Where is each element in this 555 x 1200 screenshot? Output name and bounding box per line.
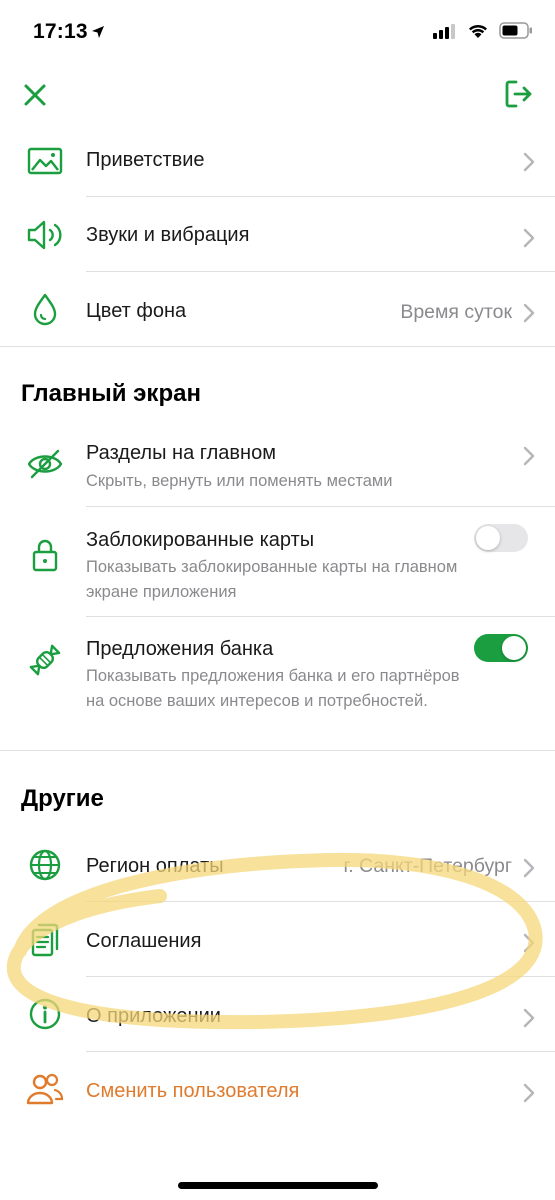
chevron-right-icon xyxy=(523,303,535,323)
chevron-right-icon xyxy=(523,446,535,466)
close-button[interactable] xyxy=(20,80,50,110)
row-title: Звуки и вибрация xyxy=(86,224,250,246)
home-indicator xyxy=(178,1182,378,1189)
lock-icon xyxy=(24,534,66,576)
status-time: 17:13 xyxy=(33,20,88,43)
row-about-app[interactable]: О приложении xyxy=(0,977,555,1052)
row-title: Соглашения xyxy=(86,930,202,952)
cellular-signal-icon xyxy=(433,23,455,39)
divider xyxy=(0,750,555,751)
drop-icon xyxy=(24,289,66,331)
section-title-main-screen: Главный экран xyxy=(21,380,201,407)
info-icon xyxy=(24,993,66,1035)
greeting-image-icon xyxy=(24,140,66,182)
battery-icon xyxy=(499,22,532,39)
section-title-other: Другие xyxy=(21,785,104,812)
row-value: Время суток xyxy=(400,301,512,323)
row-title: Сменить пользователя xyxy=(86,1080,300,1102)
row-greeting[interactable]: Приветствие xyxy=(0,124,555,197)
chevron-right-icon xyxy=(523,1008,535,1028)
location-arrow-icon xyxy=(92,26,104,38)
users-icon xyxy=(24,1068,66,1110)
row-title: Приветствие xyxy=(86,149,205,171)
chevron-right-icon xyxy=(523,1083,535,1103)
toggle-knob xyxy=(476,526,500,550)
top-bar xyxy=(0,66,555,124)
globe-icon xyxy=(24,844,66,886)
speaker-icon xyxy=(24,214,66,256)
row-subtitle: Показывать заблокированные карты на глав… xyxy=(86,558,458,601)
bank-offers-toggle[interactable] xyxy=(474,634,528,662)
toggle-knob xyxy=(502,636,526,660)
close-icon xyxy=(24,84,46,106)
row-payment-region[interactable]: Регион оплаты г. Санкт-Петербург xyxy=(0,829,555,901)
chevron-right-icon xyxy=(523,933,535,953)
row-title: Разделы на главном xyxy=(86,442,276,464)
documents-icon xyxy=(24,919,66,961)
chevron-right-icon xyxy=(523,228,535,248)
chevron-right-icon xyxy=(523,152,535,172)
status-icons xyxy=(433,22,533,39)
row-title: Заблокированные карты xyxy=(86,529,315,551)
row-title: Цвет фона xyxy=(86,300,187,322)
row-background-color[interactable]: Цвет фона Время суток xyxy=(0,272,555,347)
candy-icon xyxy=(24,639,66,681)
row-title: О приложении xyxy=(86,1005,221,1027)
wifi-icon xyxy=(469,24,487,38)
row-bank-offers: Предложения банка Показывать предложения… xyxy=(0,617,555,751)
row-agreements[interactable]: Соглашения xyxy=(0,902,555,977)
logout-icon xyxy=(505,80,532,108)
chevron-right-icon xyxy=(523,858,535,878)
row-title: Регион оплаты xyxy=(86,855,224,877)
logout-button[interactable] xyxy=(503,78,535,110)
row-subtitle: Показывать предложения банка и его партн… xyxy=(86,667,460,710)
row-switch-user[interactable]: Сменить пользователя xyxy=(0,1052,555,1127)
row-value: г. Санкт-Петербург xyxy=(343,855,512,877)
row-title: Предложения банка xyxy=(86,638,274,660)
divider xyxy=(0,346,555,347)
blocked-cards-toggle[interactable] xyxy=(474,524,528,552)
row-main-sections[interactable]: Разделы на главном Скрыть, вернуть или п… xyxy=(0,425,555,507)
row-sounds[interactable]: Звуки и вибрация xyxy=(0,197,555,272)
row-blocked-cards: Заблокированные карты Показывать заблоки… xyxy=(0,507,555,617)
eye-crossed-icon xyxy=(24,443,66,485)
status-bar: 17:13 xyxy=(0,0,555,66)
row-subtitle: Скрыть, вернуть или поменять местами xyxy=(86,472,393,490)
